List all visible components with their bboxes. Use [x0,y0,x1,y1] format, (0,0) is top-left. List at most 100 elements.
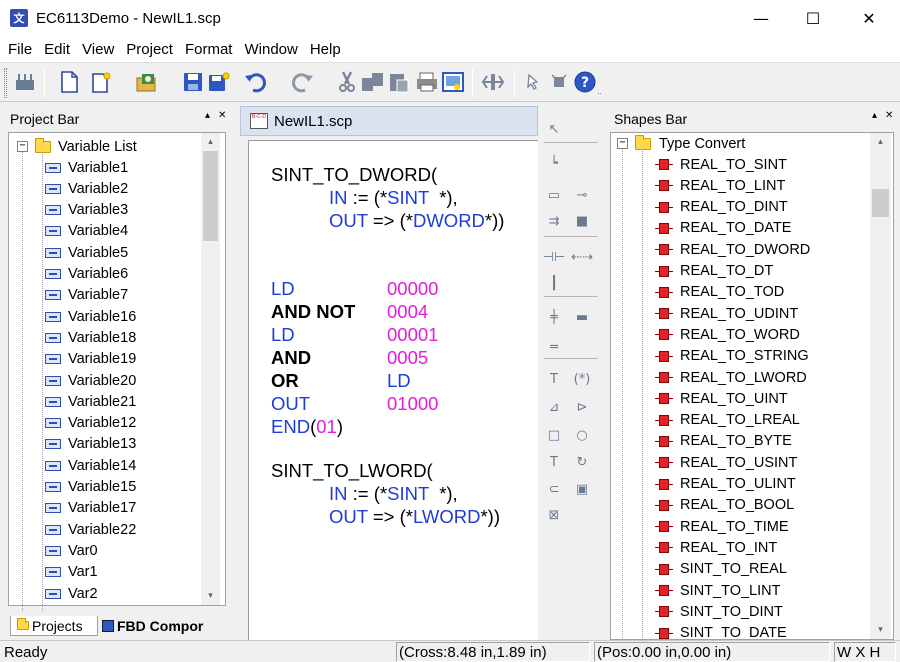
vertical-line-icon[interactable]: ┃ [542,272,566,294]
comment-tool-icon[interactable]: (*) [570,368,594,390]
menu-format[interactable]: Format [179,41,239,58]
shape-item[interactable]: REAL_TO_TIME [655,516,789,537]
branch-icon[interactable]: ⇉ [542,210,566,232]
print-preview-icon[interactable] [440,69,466,95]
shape-item[interactable]: REAL_TO_LINT [655,175,785,196]
shape-item[interactable]: REAL_TO_DATE [655,218,791,239]
open-project-icon[interactable] [134,69,160,95]
new-from-template-icon[interactable] [88,69,114,95]
scroll-up-arrow[interactable]: ▴ [201,133,220,150]
polyline-icon[interactable]: ⊿ [542,396,566,418]
tree-item-variable[interactable]: Variable22 [45,519,136,540]
shape-item[interactable]: SINT_TO_REAL [655,559,787,580]
block-icon[interactable]: ■ [570,210,594,232]
shape-item[interactable]: REAL_TO_ULINT [655,474,796,495]
tree-item-variable[interactable]: Variable15 [45,477,136,498]
h-connect-icon[interactable]: ⊣⊢ [542,246,566,268]
shape-item[interactable]: REAL_TO_DINT [655,197,788,218]
tree-item-variable[interactable]: Variable17 [45,498,136,519]
tree-item-variable[interactable]: Variable20 [45,370,136,391]
tree-item-variable[interactable]: Variable3 [45,200,128,221]
tree-item-variable[interactable]: Variable12 [45,413,136,434]
document-tab[interactable]: B-C-D NewIL1.scp [240,106,538,136]
tree-item-variable[interactable]: Variable13 [45,434,136,455]
copy-icon[interactable] [360,69,386,95]
cross-icon[interactable]: ╪ [542,306,566,328]
shape-item[interactable]: REAL_TO_BYTE [655,431,792,452]
project-bar-close-button[interactable]: ✕ [218,110,226,121]
help-icon[interactable]: ? [572,69,598,95]
wire-icon[interactable]: ┕ [542,152,566,174]
menu-view[interactable]: View [76,41,120,58]
shape-item[interactable]: REAL_TO_DT [655,261,773,282]
scroll-up-arrow[interactable]: ▴ [870,133,891,150]
shape-item[interactable]: SINT_TO_DATE [655,623,787,639]
tree-item-variable[interactable]: Variable4 [45,221,128,242]
coil-icon[interactable]: ⊸ [570,184,594,206]
new-document-icon[interactable] [56,69,82,95]
tree-item-variable[interactable]: Variable7 [45,285,128,306]
label-text-icon[interactable]: T [542,451,566,473]
tree-item-variable[interactable]: Variable2 [45,178,128,199]
rotate-icon[interactable]: ↻ [570,451,594,473]
rectangle-icon[interactable]: □ [542,424,566,446]
stop-icon[interactable] [546,69,572,95]
paste-icon[interactable] [386,69,412,95]
shapes-bar-pin-button[interactable]: ▴ [872,110,877,121]
shape-item[interactable]: REAL_TO_TOD [655,282,784,303]
h-disconnect-icon[interactable]: ⇠⇢ [570,246,594,268]
arc-icon[interactable]: ⊂ [542,478,566,500]
shape-item[interactable]: REAL_TO_USINT [655,452,797,473]
tree-item-variable[interactable]: Var0 [45,540,98,561]
shape-item[interactable]: REAL_TO_LWORD [655,367,807,388]
menu-project[interactable]: Project [120,41,179,58]
shape-item[interactable]: REAL_TO_LREAL [655,410,800,431]
tree-item-variable[interactable]: Var2 [45,583,98,604]
ellipse-icon[interactable]: ○ [570,424,594,446]
close-button[interactable]: ✕ [846,0,892,36]
shapes-tree-scrollbar[interactable]: ▴ ▾ [870,133,891,639]
tree-item-variable[interactable]: Variable14 [45,455,136,476]
shape-item[interactable]: SINT_TO_LINT [655,580,780,601]
tab-projects[interactable]: Projects [10,616,98,636]
polygon-icon[interactable]: ⊳ [570,396,594,418]
image-icon[interactable]: ▣ [570,478,594,500]
shape-item[interactable]: REAL_TO_BOOL [655,495,794,516]
menu-help[interactable]: Help [304,41,347,58]
cut-icon[interactable] [334,69,360,95]
menu-file[interactable]: File [2,41,38,58]
project-tree-scrollbar[interactable]: ▴ ▾ [201,133,220,605]
minimize-button[interactable]: — [738,0,784,36]
pointer-icon[interactable] [520,69,546,95]
tree-item-variable[interactable]: Variable5 [45,242,128,263]
horizontal-line-icon[interactable]: ═ [542,336,566,358]
save-all-icon[interactable] [206,69,232,95]
element-icon[interactable]: ▬ [570,306,594,328]
shape-item[interactable]: REAL_TO_INT [655,537,777,558]
tree-item-variable[interactable]: Variable19 [45,349,136,370]
tree-item-variable[interactable]: Var1 [45,562,98,583]
type-convert-expander[interactable]: − [617,138,628,149]
toolbar-chevron[interactable] [598,93,601,99]
save-icon[interactable] [180,69,206,95]
menu-window[interactable]: Window [238,41,303,58]
tab-fbd-components[interactable]: FBD Compor [98,616,222,636]
select-pointer-icon[interactable]: ↖ [542,118,566,140]
shape-item[interactable]: SINT_TO_DINT [655,601,783,622]
print-icon[interactable] [414,69,440,95]
scroll-down-arrow[interactable]: ▾ [870,621,891,638]
freeform-icon[interactable]: ⊠ [542,504,566,526]
project-bar-pin-button[interactable]: ▴ [205,110,210,121]
text-tool-icon[interactable]: T [542,368,566,390]
tree-item-variable[interactable]: Variable16 [45,306,136,327]
contact-icon[interactable]: ▭ [542,184,566,206]
tree-item-variable[interactable]: Variable1 [45,157,128,178]
variable-list-expander[interactable]: − [17,141,28,152]
menu-edit[interactable]: Edit [38,41,76,58]
scroll-thumb[interactable] [203,151,218,241]
code-editor[interactable]: SINT_TO_DWORD( IN := (*SINT *), OUT => (… [248,140,538,640]
tree-item-variable[interactable]: Variable6 [45,264,128,285]
shapes-bar-close-button[interactable]: ✕ [885,110,893,121]
scroll-down-arrow[interactable]: ▾ [201,587,220,604]
shape-item[interactable]: REAL_TO_STRING [655,346,809,367]
